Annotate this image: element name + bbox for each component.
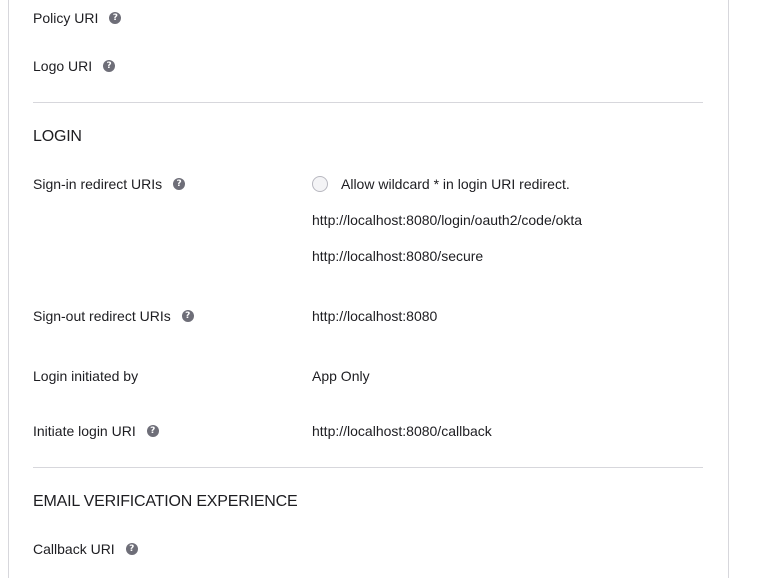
signin-uri-1: http://localhost:8080/login/oauth2/code/… [312, 212, 583, 228]
logo-uri-row: Logo URI ? [33, 57, 116, 75]
signin-uri-2: http://localhost:8080/secure [312, 248, 484, 264]
login-initiated-row: Login initiated by [33, 367, 138, 385]
help-icon[interactable]: ? [125, 543, 138, 555]
signout-redirect-label: Sign-out redirect URIs [33, 308, 171, 324]
section-divider [33, 102, 703, 103]
help-icon[interactable]: ? [181, 310, 194, 322]
signin-redirect-label: Sign-in redirect URIs [33, 176, 163, 192]
login-initiated-value: App Only [312, 368, 370, 384]
login-section-title: LOGIN [33, 128, 82, 145]
help-icon[interactable]: ? [109, 12, 122, 24]
login-initiated-label: Login initiated by [33, 368, 139, 384]
email-verification-section-title: EMAIL VERIFICATION EXPERIENCE [33, 493, 298, 510]
help-icon[interactable]: ? [146, 425, 159, 437]
callback-uri-row: Callback URI ? [33, 540, 138, 558]
policy-uri-label: Policy URI [33, 10, 99, 26]
policy-uri-row: Policy URI ? [33, 9, 122, 27]
wildcard-checkbox[interactable] [312, 176, 328, 192]
logo-uri-label: Logo URI [33, 58, 93, 74]
signout-redirect-row: Sign-out redirect URIs ? [33, 307, 194, 325]
wildcard-option[interactable]: Allow wildcard * in login URI redirect. [312, 175, 570, 193]
section-divider [33, 467, 703, 468]
help-icon[interactable]: ? [173, 178, 186, 190]
help-icon[interactable]: ? [103, 60, 116, 72]
signin-redirect-row: Sign-in redirect URIs ? [33, 175, 186, 193]
wildcard-checkbox-label[interactable]: Allow wildcard * in login URI redirect. [341, 175, 570, 193]
callback-uri-label: Callback URI [33, 541, 115, 557]
signout-uri: http://localhost:8080 [312, 308, 438, 324]
initiate-login-uri-label: Initiate login URI [33, 423, 136, 439]
initiate-login-uri-value: http://localhost:8080/callback [312, 423, 492, 439]
initiate-login-uri-row: Initiate login URI ? [33, 422, 159, 440]
